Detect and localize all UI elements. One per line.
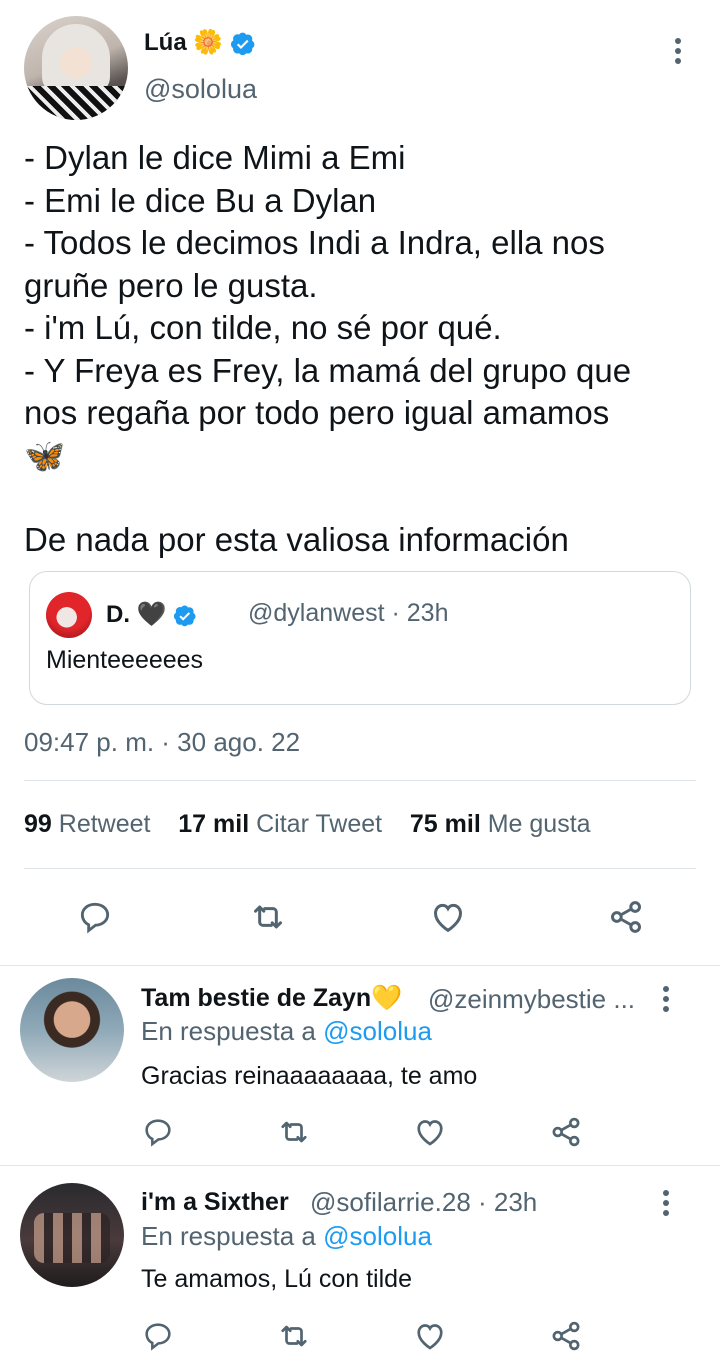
divider xyxy=(0,965,720,966)
butterfly-emoji: 🦋 xyxy=(24,436,66,474)
in-reply-prefix: En respuesta a xyxy=(141,1016,316,1046)
tweet-text: - Dylan le dice Mimi a Emi - Emi le dice… xyxy=(24,137,696,562)
verified-badge-icon xyxy=(174,605,196,626)
retweets-count: 99 xyxy=(24,810,52,838)
reply-text: Te amamos, Lú con tilde xyxy=(141,1265,412,1293)
tweet-timestamp[interactable]: 09:47 p. m. · 30 ago. 22 xyxy=(24,727,300,758)
more-options-icon[interactable] xyxy=(662,1190,670,1220)
daisy-emoji: 🌼 xyxy=(193,29,224,56)
share-icon[interactable] xyxy=(604,895,648,939)
quoted-avatar xyxy=(46,592,92,638)
reply-text: Gracias reinaaaaaaaa, te amo xyxy=(141,1062,478,1090)
like-icon[interactable] xyxy=(410,1316,450,1356)
quotes-stat[interactable]: 17 mil Citar Tweet xyxy=(178,810,382,838)
likes-label: Me gusta xyxy=(487,810,591,838)
reply-icon[interactable] xyxy=(73,895,117,939)
more-options-icon[interactable] xyxy=(662,986,670,1016)
reply-author-handle[interactable]: @zeinmybestie ... xyxy=(428,984,635,1015)
retweet-icon[interactable] xyxy=(274,1112,314,1152)
likes-stat[interactable]: 75 mil Me gusta xyxy=(410,810,591,838)
verified-badge-icon xyxy=(230,32,255,55)
author-avatar[interactable] xyxy=(24,16,128,120)
author-name[interactable]: Lúa 🌼 xyxy=(144,28,256,57)
in-reply-handle-link[interactable]: @sololua xyxy=(323,1221,432,1251)
reply-author-handle[interactable]: @sofilarrie.28 · 23h xyxy=(310,1187,537,1218)
quoted-handle-time: @dylanwest · 23h xyxy=(248,599,449,627)
share-icon[interactable] xyxy=(546,1316,586,1356)
tweet-line: - Y Freya es Frey, la mamá del grupo que xyxy=(24,351,632,389)
in-reply-prefix: En respuesta a xyxy=(141,1221,316,1251)
reply-avatar[interactable] xyxy=(20,1183,124,1287)
quotes-count: 17 mil xyxy=(178,810,250,838)
tweet-stats: 99 Retweet 17 mil Citar Tweet 75 mil Me … xyxy=(24,810,591,839)
author-handle[interactable]: @sololua xyxy=(144,74,257,105)
tweet-line: - i'm Lú, con tilde, no sé por qué. xyxy=(24,309,502,346)
likes-count: 75 mil xyxy=(409,810,481,838)
in-reply-to: En respuesta a @sololua xyxy=(141,1016,432,1047)
tweet-line: - Emi le dice Bu a Dylan xyxy=(24,181,377,219)
more-options-icon[interactable] xyxy=(674,38,682,68)
quotes-label: Citar Tweet xyxy=(256,810,383,838)
divider xyxy=(24,868,696,869)
divider xyxy=(24,780,696,781)
in-reply-to: En respuesta a @sololua xyxy=(141,1221,432,1252)
retweet-icon[interactable] xyxy=(246,895,290,939)
divider xyxy=(0,1165,720,1166)
tweet-line: nos regaña por todo pero igual amamos xyxy=(24,394,610,431)
retweets-label: Retweet xyxy=(58,810,151,838)
quoted-name: D. 🖤 xyxy=(106,600,197,629)
quoted-text: Mienteeeeees xyxy=(46,646,204,674)
reply-avatar[interactable] xyxy=(20,978,124,1082)
tweet-line: De nada por esta valiosa información xyxy=(24,521,569,558)
quoted-display-name: D. 🖤 xyxy=(106,601,167,628)
tweet-line: - Dylan le dice Mimi a Emi xyxy=(24,139,406,176)
reply-author-name[interactable]: Tam bestie de Zayn💛 xyxy=(141,984,402,1013)
retweet-icon[interactable] xyxy=(274,1316,314,1356)
author-display-name: Lúa xyxy=(144,29,187,56)
like-icon[interactable] xyxy=(410,1112,450,1152)
reply-icon[interactable] xyxy=(138,1112,178,1152)
reply-author-name[interactable]: i'm a Sixther xyxy=(141,1188,289,1217)
like-icon[interactable] xyxy=(426,895,470,939)
retweets-stat[interactable]: 99 Retweet xyxy=(24,810,150,838)
tweet-line: gruñe pero le gusta. xyxy=(24,266,318,304)
reply-icon[interactable] xyxy=(138,1316,178,1356)
tweet-line: - Todos le decimos Indi a Indra, ella no… xyxy=(24,224,605,261)
share-icon[interactable] xyxy=(546,1112,586,1152)
quoted-tweet[interactable]: D. 🖤 @dylanwest · 23h Mienteeeeees xyxy=(29,571,691,705)
in-reply-handle-link[interactable]: @sololua xyxy=(323,1016,432,1046)
